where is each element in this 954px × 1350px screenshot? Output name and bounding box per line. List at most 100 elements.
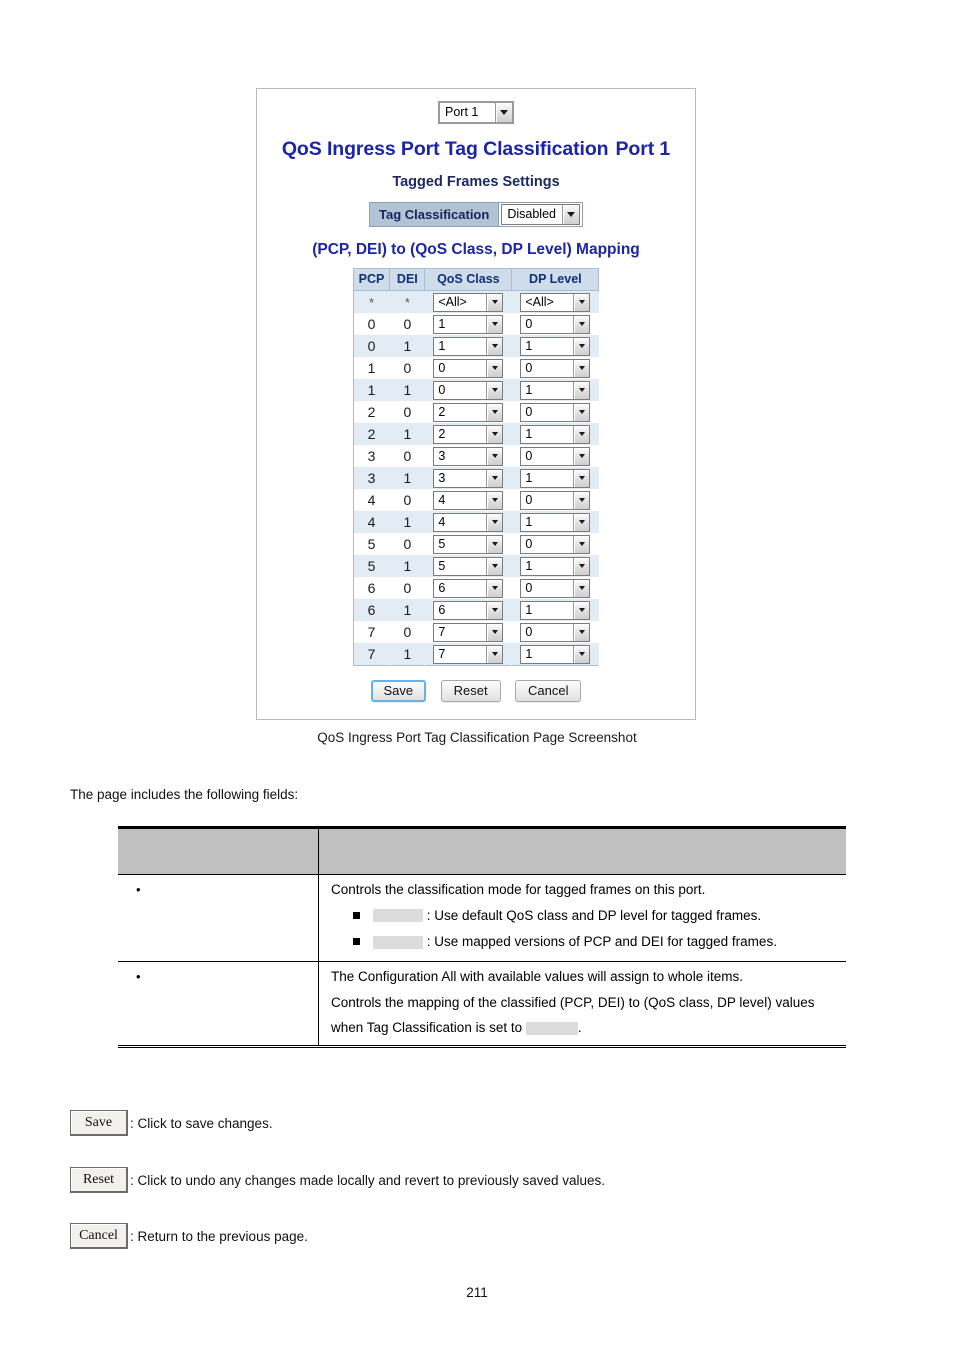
chevron-down-icon[interactable] [486, 513, 503, 531]
dp-level-cell: 0 [511, 489, 599, 511]
chevron-down-icon[interactable] [573, 513, 590, 531]
chevron-down-icon[interactable] [573, 359, 590, 377]
dp-level-select[interactable]: 0 [520, 578, 591, 598]
tagged-frames-subtitle: Tagged Frames Settings [392, 174, 560, 190]
chevron-down-icon[interactable] [573, 601, 590, 619]
dp-level-value: 0 [525, 580, 533, 595]
qos-class-cell: 0 [424, 379, 512, 401]
dp-level-select[interactable]: 0 [520, 402, 591, 422]
qos-class-select[interactable]: 0 [433, 358, 504, 378]
qos-class-select[interactable]: 5 [433, 556, 504, 576]
reset-button[interactable]: Reset [440, 680, 501, 702]
dp-level-cell: 0 [511, 445, 599, 467]
chevron-down-icon[interactable] [573, 645, 590, 663]
chevron-down-icon[interactable] [573, 447, 590, 465]
qos-class-value: 2 [438, 426, 446, 441]
chevron-down-icon[interactable] [573, 403, 590, 421]
cancel-button-glyph[interactable]: Cancel [70, 1223, 128, 1249]
chevron-down-icon[interactable] [573, 381, 590, 399]
chevron-down-icon[interactable] [486, 645, 503, 663]
dp-level-select[interactable]: 1 [520, 600, 591, 620]
qos-class-select[interactable]: 4 [433, 490, 504, 510]
chevron-down-icon[interactable] [486, 535, 503, 553]
tag-classification-control: Tag Classification Disabled [369, 202, 583, 227]
qos-class-select[interactable]: 1 [433, 314, 504, 334]
save-button[interactable]: Save [370, 680, 427, 702]
dp-level-select[interactable]: 1 [520, 336, 591, 356]
qos-class-select[interactable]: 2 [433, 402, 504, 422]
description-line-with-redaction: when Tag Classification is set to . [331, 1021, 838, 1036]
dp-level-select[interactable]: 1 [520, 380, 591, 400]
reset-button-glyph[interactable]: Reset [70, 1167, 128, 1193]
chevron-down-icon[interactable] [495, 103, 512, 122]
chevron-down-icon[interactable] [486, 469, 503, 487]
chevron-down-icon[interactable] [486, 293, 503, 311]
qos-class-select[interactable]: 3 [433, 446, 504, 466]
save-button-glyph[interactable]: Save [70, 1110, 128, 1136]
qos-class-select[interactable]: 0 [433, 380, 504, 400]
dp-level-value: 0 [525, 492, 533, 507]
chevron-down-icon[interactable] [573, 293, 590, 311]
chevron-down-icon[interactable] [486, 491, 503, 509]
chevron-down-icon[interactable] [486, 403, 503, 421]
chevron-down-icon[interactable] [486, 447, 503, 465]
qos-class-select[interactable]: 7 [433, 622, 504, 642]
dei-value: 1 [389, 379, 425, 401]
tag-classification-row: Tag Classification Disabled [257, 202, 695, 227]
qos-class-select[interactable]: 4 [433, 512, 504, 532]
save-button-help: Save : Click to save changes. [70, 1110, 273, 1136]
chevron-down-icon[interactable] [573, 469, 590, 487]
dp-level-select[interactable]: 1 [520, 644, 591, 664]
cancel-button[interactable]: Cancel [515, 680, 582, 702]
page-title-text: QoS Ingress Port Tag Classification [281, 138, 609, 160]
dp-level-select[interactable]: 1 [520, 424, 591, 444]
chevron-down-icon[interactable] [486, 315, 503, 333]
dp-level-select[interactable]: 0 [520, 490, 591, 510]
chevron-down-icon[interactable] [486, 601, 503, 619]
chevron-down-icon[interactable] [573, 315, 590, 333]
dp-level-select[interactable]: 1 [520, 468, 591, 488]
dp-level-select[interactable]: <All> [520, 292, 591, 312]
dp-level-select[interactable]: 0 [520, 622, 591, 642]
dp-level-select[interactable]: 0 [520, 358, 591, 378]
chevron-down-icon[interactable] [486, 623, 503, 641]
dei-value: 1 [389, 643, 425, 666]
chevron-down-icon[interactable] [573, 491, 590, 509]
qos-class-select[interactable]: 7 [433, 644, 504, 664]
table-row: 0111 [353, 335, 599, 357]
chevron-down-icon[interactable] [573, 623, 590, 641]
chevron-down-icon[interactable] [573, 579, 590, 597]
qos-class-value: 3 [438, 470, 446, 485]
chevron-down-icon[interactable] [573, 557, 590, 575]
chevron-down-icon[interactable] [573, 425, 590, 443]
chevron-down-icon[interactable] [486, 337, 503, 355]
chevron-down-icon[interactable] [573, 337, 590, 355]
qos-class-select[interactable]: <All> [433, 292, 504, 312]
chevron-down-icon[interactable] [486, 579, 503, 597]
qos-class-select[interactable]: 2 [433, 424, 504, 444]
qos-class-select[interactable]: 3 [433, 468, 504, 488]
qos-class-select[interactable]: 6 [433, 578, 504, 598]
chevron-down-icon[interactable] [561, 205, 579, 224]
tag-classification-select[interactable]: Disabled [501, 204, 580, 225]
dp-level-select[interactable]: 1 [520, 512, 591, 532]
field-name-cell: • [118, 874, 319, 963]
chevron-down-icon[interactable] [486, 359, 503, 377]
chevron-down-icon[interactable] [486, 425, 503, 443]
qos-class-select[interactable]: 1 [433, 336, 504, 356]
dp-level-select[interactable]: 1 [520, 556, 591, 576]
dei-value: 1 [389, 511, 425, 533]
dp-level-select[interactable]: 0 [520, 446, 591, 466]
port-select[interactable]: Port 1 [438, 101, 514, 124]
dp-level-select[interactable]: 0 [520, 534, 591, 554]
chevron-down-icon[interactable] [486, 381, 503, 399]
dp-level-value: 0 [525, 360, 533, 375]
mapping-title: (PCP, DEI) to (QoS Class, DP Level) Mapp… [312, 241, 640, 258]
qos-class-cell: 1 [424, 313, 512, 335]
dp-level-select[interactable]: 0 [520, 314, 591, 334]
chevron-down-icon[interactable] [486, 557, 503, 575]
qos-class-select[interactable]: 6 [433, 600, 504, 620]
dei-value: 0 [389, 445, 425, 467]
qos-class-select[interactable]: 5 [433, 534, 504, 554]
chevron-down-icon[interactable] [573, 535, 590, 553]
